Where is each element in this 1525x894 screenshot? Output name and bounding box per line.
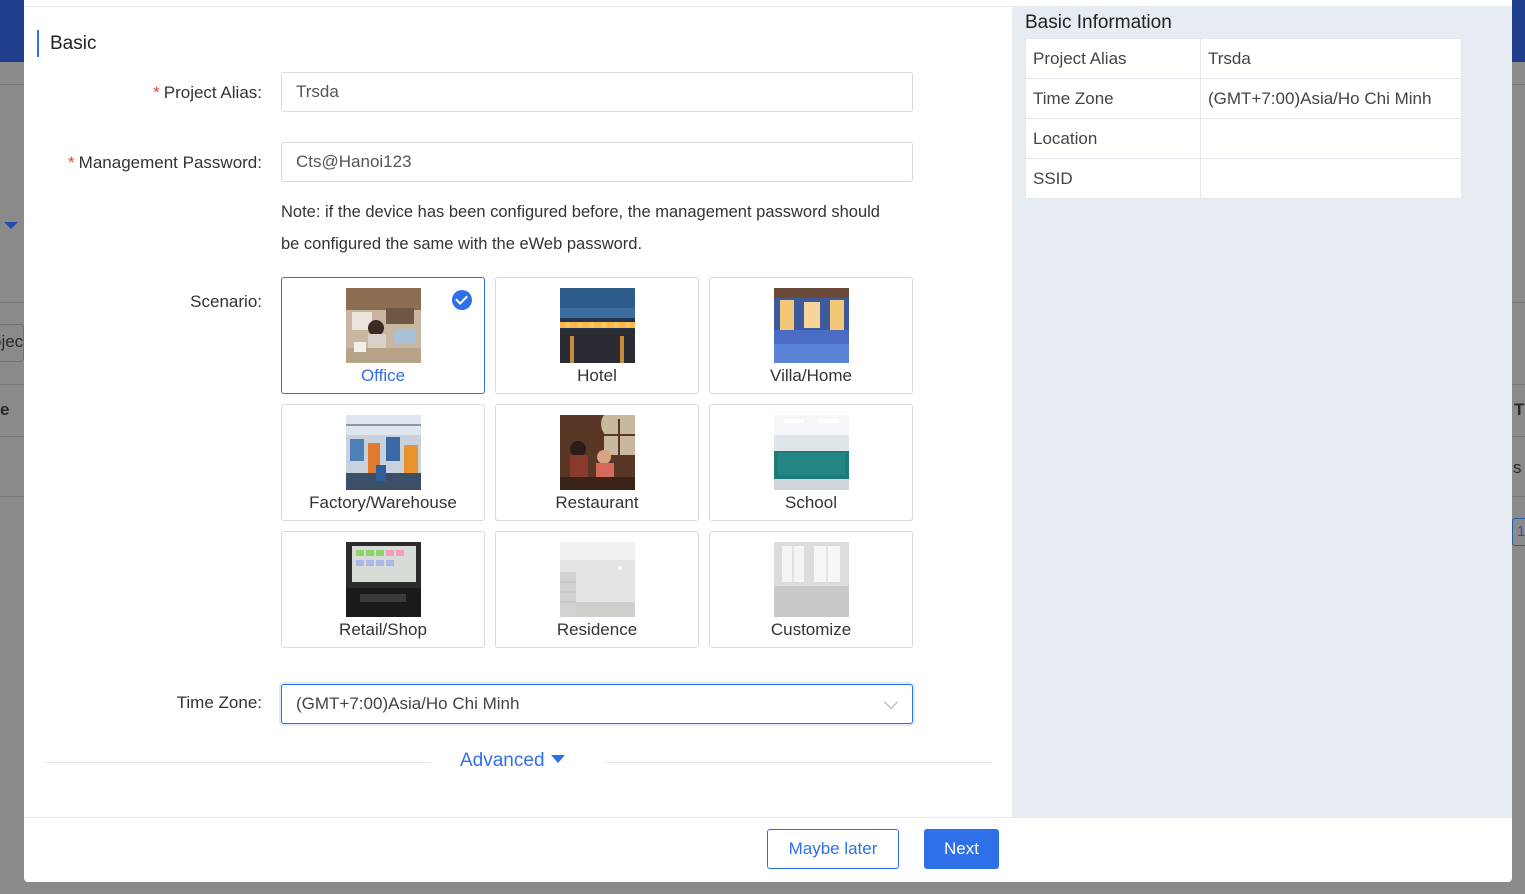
scenario-label-school: School [785, 493, 837, 512]
customize-photo [774, 542, 849, 617]
hotel-photo [560, 288, 635, 363]
time-zone-select[interactable]: (GMT+7:00)Asia/Ho Chi Minh [281, 684, 913, 724]
info-key: Time Zone [1025, 78, 1201, 119]
residence-photo [560, 542, 635, 617]
advanced-divider-right [605, 762, 992, 763]
scenario-label-customize: Customize [770, 620, 852, 639]
restaurant-photo [560, 415, 635, 490]
office-photo [346, 288, 421, 363]
project-alias-input[interactable]: Trsda [281, 72, 913, 112]
scenario-label-factory-warehouse: Factory/Warehouse [309, 493, 457, 512]
background-text: ojec [0, 332, 24, 351]
scenario-card-school[interactable]: School [709, 404, 913, 521]
background-text: s [1513, 458, 1522, 477]
basic-information-table: Project Alias Trsda Time Zone (GMT+7:00)… [1025, 38, 1462, 199]
selected-check-icon [452, 290, 472, 310]
scenario-card-customize[interactable]: Customize [709, 531, 913, 648]
factory-photo [346, 415, 421, 490]
management-password-label: * Management Password: [68, 153, 262, 173]
scenario-label: Scenario: [190, 292, 262, 311]
scenario-label-villa-home: Villa/Home [770, 366, 852, 385]
caret-down-icon [550, 755, 565, 763]
scenario-card-hotel[interactable]: Hotel [495, 277, 699, 394]
advanced-toggle[interactable]: Advanced [460, 750, 565, 772]
retail-photo [346, 542, 421, 617]
next-button[interactable]: Next [924, 829, 999, 869]
scenario-label-retail-shop: Retail/Shop [339, 620, 427, 639]
scenario-card-retail-shop[interactable]: Retail/Shop [281, 531, 485, 648]
scenario-grid: Office Hotel Villa/Home Factory/Warehous… [281, 277, 913, 648]
management-password-input[interactable]: Cts@Hanoi123 [281, 142, 913, 182]
background-text: e [0, 400, 10, 419]
table-row: Project Alias Trsda [1025, 38, 1462, 79]
project-alias-label: * Project Alias: [153, 83, 262, 103]
table-row: Time Zone (GMT+7:00)Asia/Ho Chi Minh [1025, 78, 1462, 119]
scenario-card-restaurant[interactable]: Restaurant [495, 404, 699, 521]
modal-divider [24, 6, 1012, 7]
required-marker: * [153, 83, 160, 102]
password-note: Note: if the device has been configured … [281, 203, 880, 253]
background-text: T [1514, 400, 1525, 419]
info-value: (GMT+7:00)Asia/Ho Chi Minh [1200, 78, 1462, 119]
scenario-label-restaurant: Restaurant [555, 493, 639, 512]
school-photo [774, 415, 849, 490]
table-row: Location [1025, 118, 1462, 159]
villa-photo [774, 288, 849, 363]
scenario-card-residence[interactable]: Residence [495, 531, 699, 648]
scenario-label-residence: Residence [556, 620, 638, 639]
management-password-label-text: Management Password: [78, 153, 262, 172]
scenario-card-office[interactable]: Office [281, 277, 485, 394]
info-value [1200, 158, 1462, 199]
info-key: Location [1025, 118, 1201, 159]
table-row: SSID [1025, 158, 1462, 199]
scenario-label-hotel: Hotel [577, 366, 617, 385]
project-setup-modal: Basic * Project Alias: Trsda * Management … [24, 0, 1512, 882]
time-zone-value: (GMT+7:00)Asia/Ho Chi Minh [296, 694, 520, 713]
time-zone-label: Time Zone: [176, 693, 262, 712]
info-value [1200, 118, 1462, 159]
info-value: Trsda [1200, 38, 1462, 79]
scenario-card-factory-warehouse[interactable]: Factory/Warehouse [281, 404, 485, 521]
required-marker: * [68, 153, 75, 172]
advanced-divider-left [44, 762, 431, 763]
info-key: Project Alias [1025, 38, 1201, 79]
info-key: SSID [1025, 158, 1201, 199]
basic-information-title: Basic Information [1025, 12, 1172, 33]
background-caret-icon [4, 222, 18, 229]
project-alias-label-text: Project Alias: [163, 83, 262, 102]
scenario-label-office: Office [360, 366, 406, 385]
footer-divider [24, 817, 1512, 818]
basic-information-panel: Basic Information Project Alias Trsda Ti… [1012, 6, 1512, 818]
section-title: Basic [37, 30, 96, 57]
background-page-button: 1 [1512, 518, 1525, 546]
scenario-card-villa-home[interactable]: Villa/Home [709, 277, 913, 394]
advanced-label: Advanced [460, 750, 545, 771]
maybe-later-button[interactable]: Maybe later [767, 829, 899, 869]
chevron-down-icon [883, 694, 899, 710]
